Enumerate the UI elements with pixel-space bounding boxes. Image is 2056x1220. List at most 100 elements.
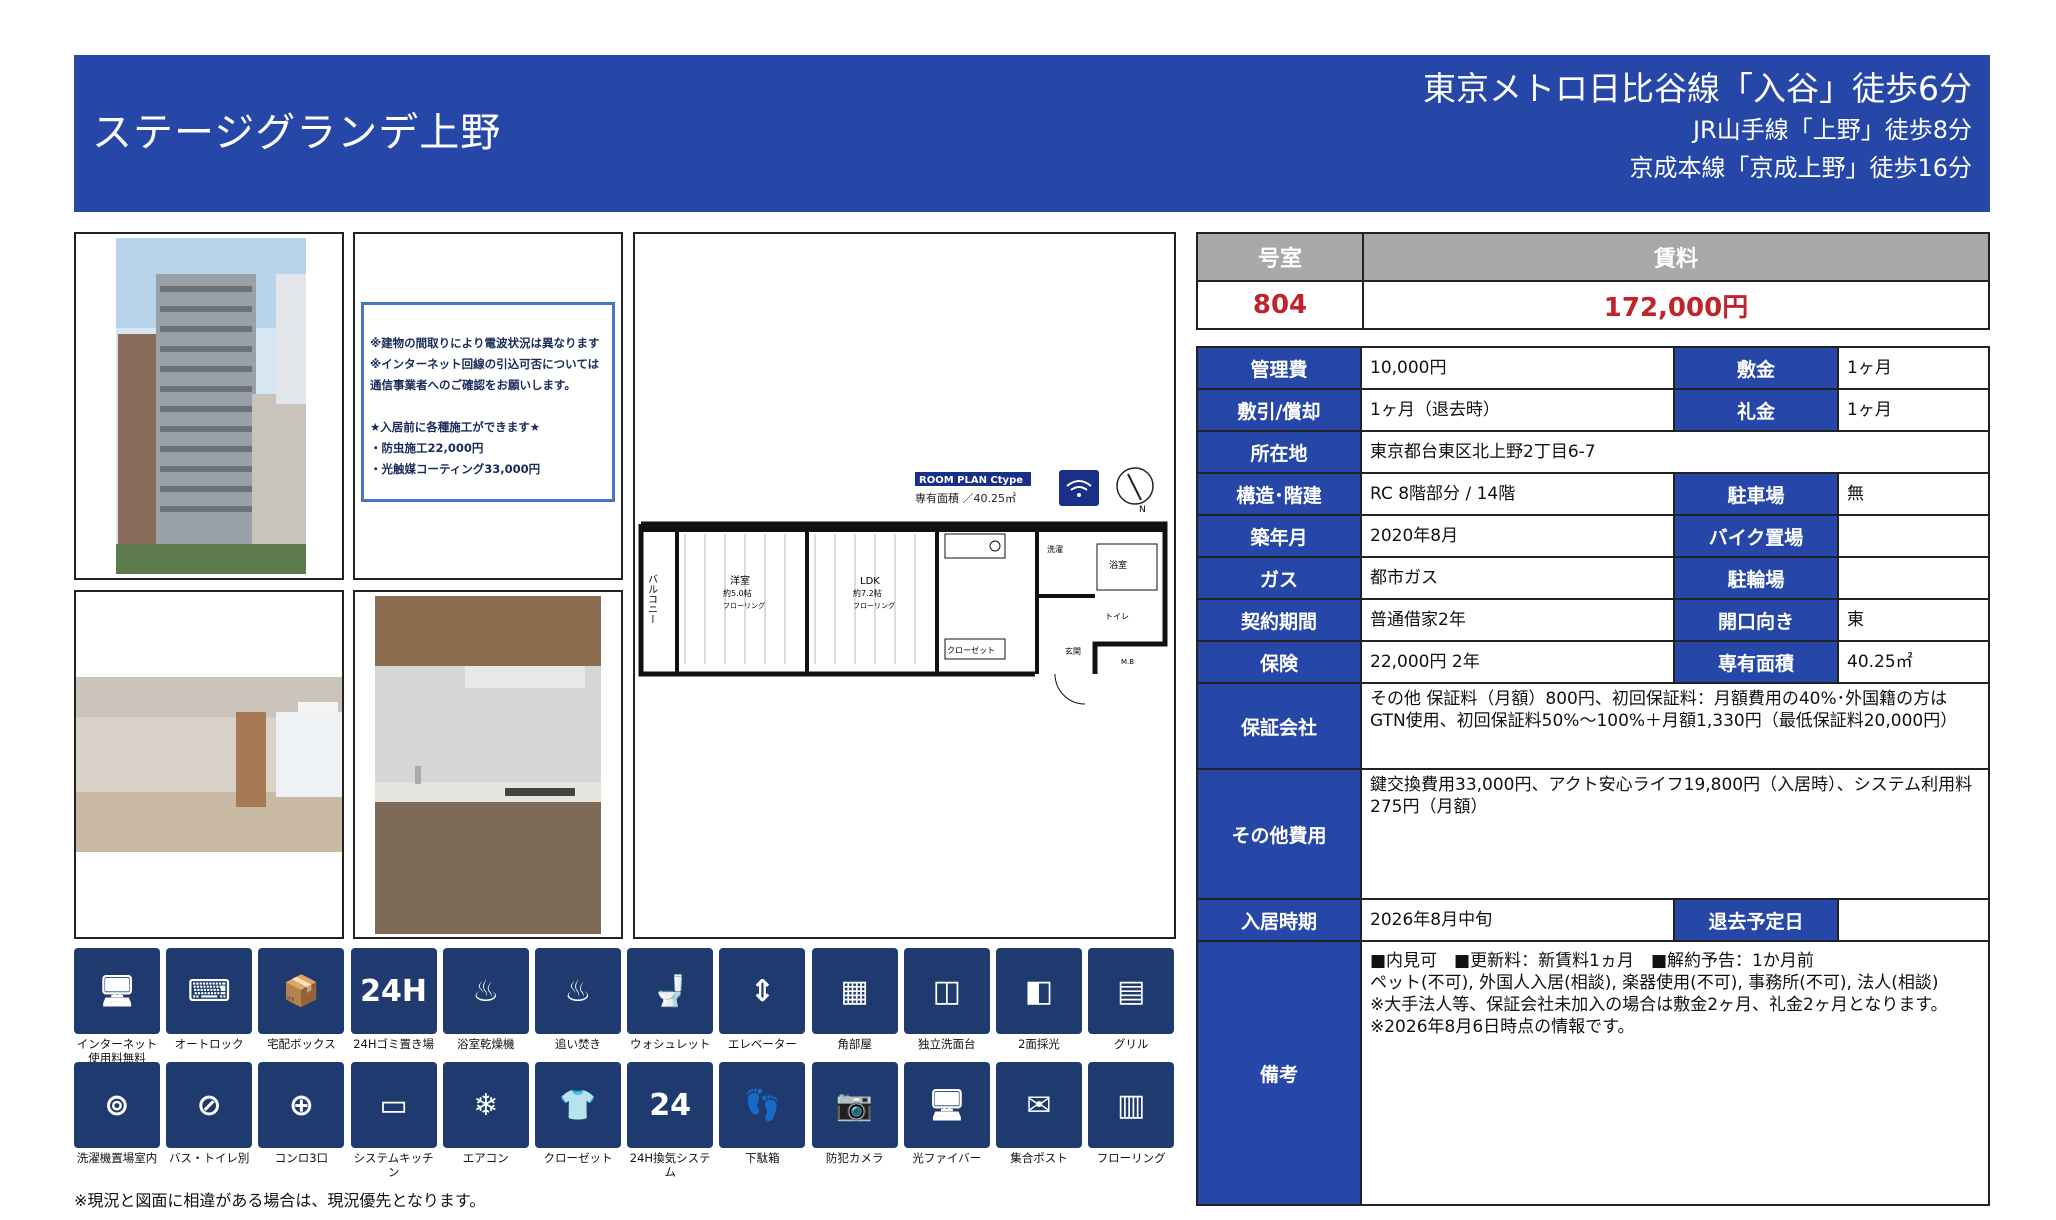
- key-money-label: 礼金: [1673, 388, 1839, 432]
- mgmt-fee-label: 管理費: [1196, 346, 1362, 390]
- structure-value: RC 8階部分 / 14階: [1360, 472, 1675, 516]
- amenity-item: 🖥 インターネット 使用料無料: [74, 948, 160, 1065]
- amenity-label: オートロック: [174, 1037, 244, 1051]
- contract-value: 普通借家2年: [1360, 598, 1675, 642]
- amenity-label: インターネット 使用料無料: [76, 1037, 158, 1065]
- plan-room1: 洋室: [730, 574, 750, 587]
- amenity-label: 浴室乾燥機: [457, 1037, 515, 1051]
- amenity-label: 24Hゴミ置き場: [353, 1037, 434, 1051]
- amenity-item: ✉ 集合ポスト: [996, 1062, 1082, 1165]
- amortization-value: 1ヶ月（退去時）: [1360, 388, 1675, 432]
- room-number-header: 号室: [1196, 232, 1364, 282]
- station-primary: 東京メトロ日比谷線「入谷」徒歩6分: [1423, 69, 1972, 108]
- parking-value: 無: [1837, 472, 1990, 516]
- bath-dryer-icon: ♨: [442, 948, 529, 1034]
- building-exterior-photo: [74, 232, 344, 580]
- room-image: [76, 677, 342, 852]
- rent-summary-table: 号室 賃料 804 172,000円: [1196, 232, 1990, 330]
- amenity-label: 24H換気システム: [629, 1151, 711, 1179]
- plan-entrance: 玄関: [1065, 646, 1081, 656]
- address-label: 所在地: [1196, 430, 1362, 474]
- amenity-item: ◫ 独立洗面台: [903, 948, 990, 1051]
- parking-label: 駐車場: [1673, 472, 1839, 516]
- washlet-icon: 🚽: [627, 948, 714, 1034]
- direction-label: 開口向き: [1673, 598, 1839, 642]
- floor-area-label: 専有面積: [1673, 640, 1839, 684]
- notice-line: ※建物の間取りにより電波状況は異なります: [370, 336, 600, 350]
- plan-room2: LDK: [860, 576, 880, 587]
- amenity-item: 24 24H換気システム: [627, 1062, 714, 1179]
- amenity-label: エアコン: [462, 1151, 509, 1165]
- internet-icon: 🖥: [74, 948, 160, 1034]
- move-in-label: 入居時期: [1196, 898, 1362, 942]
- footnote: ※現況と図面に相違がある場合は、現況優先となります。: [74, 1191, 486, 1210]
- vanity-icon: ◫: [903, 948, 990, 1034]
- station-secondary: JR山手線「上野」徒歩8分: [1692, 116, 1972, 144]
- plan-room2-size: 約7.2帖: [853, 588, 882, 598]
- floor-area-value: 40.25㎡: [1837, 640, 1990, 684]
- amenity-label: コンロ3口: [274, 1151, 329, 1165]
- three-burner-icon: ⊕: [258, 1062, 345, 1148]
- plan-badge: ROOM PLAN Ctype: [919, 475, 1023, 486]
- deposit-label: 敷金: [1673, 346, 1839, 390]
- built-date-label: 築年月: [1196, 514, 1362, 558]
- amenity-item: 👕 クローゼット: [535, 1062, 621, 1165]
- amenity-label: 角部屋: [837, 1037, 872, 1051]
- autolock-icon: ⌨: [166, 948, 253, 1034]
- insurance-label: 保険: [1196, 640, 1362, 684]
- gas-value: 都市ガス: [1360, 556, 1675, 600]
- bicycle-parking-value: [1837, 556, 1990, 600]
- amenity-label: 光ファイバー: [912, 1151, 982, 1165]
- plan-bath: 浴室: [1109, 559, 1127, 571]
- amenity-label: 下駄箱: [745, 1151, 780, 1165]
- amenity-item: ♨ 追い焚き: [535, 948, 621, 1051]
- amenity-label: 集合ポスト: [1010, 1151, 1068, 1165]
- property-details-table: 管理費 10,000円 敷金 1ヶ月 敷引/償却 1ヶ月（退去時） 礼金 1ヶ月…: [1196, 346, 1990, 1206]
- built-date-value: 2020年8月: [1360, 514, 1675, 558]
- plan-closet: クローゼット: [947, 645, 995, 655]
- amenity-item: 24H 24Hゴミ置き場: [350, 948, 437, 1051]
- amenity-item: ▤ グリル: [1088, 948, 1175, 1051]
- floor-plan-panel: ROOM PLAN Ctype 専有面積 ／40.25㎡ N バルコニー 洋室 …: [633, 232, 1176, 939]
- mgmt-fee-value: 10,000円: [1360, 346, 1675, 390]
- amenity-item: ▭ システムキッチン: [350, 1062, 437, 1179]
- remarks-label: 備考: [1196, 940, 1362, 1206]
- building-image: [116, 238, 306, 574]
- 24h-ventilation-icon: 24: [627, 1062, 714, 1148]
- amenity-label: 洗濯機置場室内: [76, 1151, 158, 1165]
- room-number: 804: [1196, 280, 1364, 330]
- remarks-line: ※2026年8月6日時点の情報です。: [1370, 1017, 1635, 1037]
- mailbox-icon: ✉: [996, 1062, 1082, 1148]
- move-in-value: 2026年8月中旬: [1360, 898, 1675, 942]
- station-tertiary: 京成本線「京成上野」徒歩16分: [1629, 154, 1972, 182]
- deposit-value: 1ヶ月: [1837, 346, 1990, 390]
- notice-line: ・防虫施工22,000円: [370, 441, 484, 455]
- bike-parking-value: [1837, 514, 1990, 558]
- amenity-label: 独立洗面台: [918, 1037, 976, 1051]
- structure-label: 構造･階建: [1196, 472, 1362, 516]
- compass-north: N: [1139, 505, 1146, 515]
- amenity-item: 📷 防犯カメラ: [811, 1062, 898, 1165]
- other-fees-label: その他費用: [1196, 768, 1362, 900]
- remarks-line: ペット(不可), 外国人入居(相談), 楽器使用(不可), 事務所(不可), 法…: [1370, 973, 1939, 993]
- direction-value: 東: [1837, 598, 1990, 642]
- address-value: 東京都台東区北上野2丁目6-7: [1360, 430, 1990, 474]
- amenity-item: ❄ エアコン: [442, 1062, 529, 1165]
- system-kitchen-icon: ▭: [350, 1062, 437, 1148]
- floor-plan-drawing: ROOM PLAN Ctype 専有面積 ／40.25㎡ N バルコニー 洋室 …: [638, 467, 1168, 705]
- amenity-label: グリル: [1113, 1037, 1149, 1051]
- plan-balcony: バルコニー: [646, 574, 658, 624]
- amenity-item: ▦ 角部屋: [811, 948, 898, 1051]
- 24h-garbage-icon: 24H: [350, 948, 437, 1034]
- amortization-label: 敷引/償却: [1196, 388, 1362, 432]
- amenity-item: ⊚ 洗濯機置場室内: [74, 1062, 160, 1165]
- guarantor-value: その他 保証料（月額）800円、初回保証料：月額費用の40%･外国籍の方はGTN…: [1360, 682, 1990, 770]
- plan-storage: M.B: [1121, 658, 1134, 666]
- station-access: 東京メトロ日比谷線「入谷」徒歩6分 JR山手線「上野」徒歩8分 京成本線「京成上…: [1423, 67, 1972, 187]
- rent-value: 172,000円: [1362, 280, 1990, 330]
- grill-icon: ▤: [1088, 948, 1175, 1034]
- move-out-value: [1837, 898, 1990, 942]
- amenity-item: ⇕ エレベーター: [719, 948, 806, 1051]
- amenity-label: 防犯カメラ: [825, 1151, 884, 1165]
- amenity-label: エレベーター: [727, 1037, 797, 1051]
